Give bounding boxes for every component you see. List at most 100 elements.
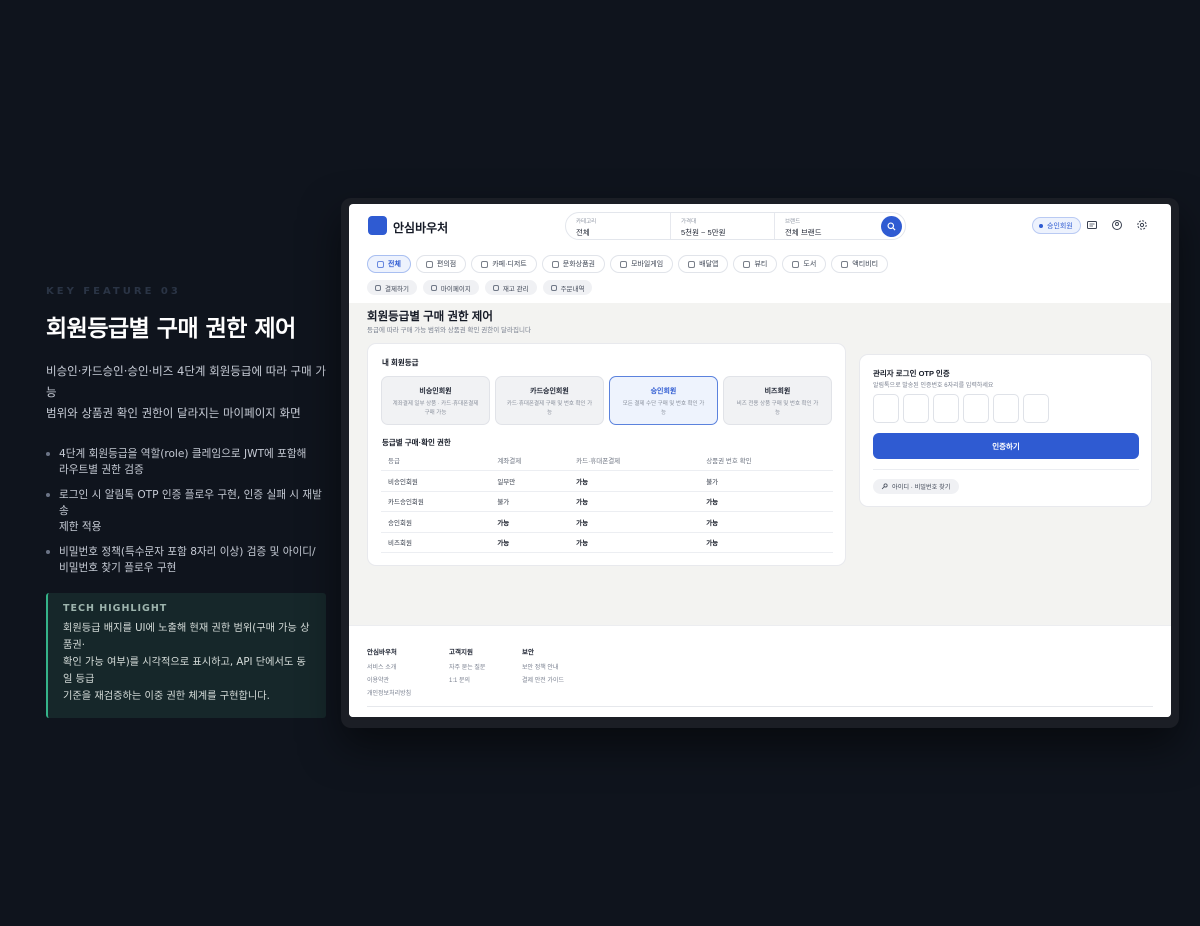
nav-orders[interactable]: 주문내역 [542, 280, 593, 295]
otp-subtitle: 알림톡으로 발송된 인증번호 6자리를 입력하세요 [873, 383, 994, 389]
user-circle-icon [430, 284, 437, 291]
category-chip[interactable]: 배달앱 [678, 255, 729, 273]
card-icon [375, 284, 381, 291]
status-dot-icon [1039, 223, 1043, 228]
lead-line: 범위와 상품권 확인 권한이 달라지는 마이페이지 화면 [46, 406, 301, 420]
otp-digit-input[interactable] [873, 394, 899, 423]
otp-digit-input[interactable] [993, 394, 1019, 423]
permissions-title: 등급별 구매·확인 권한 [382, 438, 451, 447]
category-chips: 전체 편의점 카페·디저트 문화상품권 모바일게임 배달앱 뷰티 도서 액티비티 [367, 255, 889, 273]
category-chip-all[interactable]: 전체 [367, 255, 411, 273]
grade-option[interactable]: 비승인회원 계좌결제 일부 상품 · 카드·휴대폰결제 구매 가능 [381, 376, 490, 425]
feature-headline: 회원등급별 구매 권한 제어 [46, 316, 296, 342]
search-brand-field[interactable]: 브랜드 전체 브랜드 [774, 213, 878, 239]
grade-options: 비승인회원 계좌결제 일부 상품 · 카드·휴대폰결제 구매 가능 카드승인회원 … [381, 376, 832, 425]
my-grade-title: 내 회원등급 [382, 358, 419, 367]
nav-mypage[interactable]: 마이페이지 [422, 280, 479, 295]
otp-digit-input[interactable] [1023, 394, 1049, 423]
feature-lead: 비승인·카드승인·승인·비즈 4단계 회원등급에 따라 구매 가능 범위와 상품… [46, 361, 326, 424]
feature-panel: KEY FEATURE 03 회원등급별 구매 권한 제어 비승인·카드승인·승… [46, 286, 326, 718]
find-account-button[interactable]: 아이디 · 비밀번호 찾기 [873, 479, 960, 494]
nav-checkout[interactable]: 결제하기 [367, 280, 417, 295]
table-row: 승인회원 가능 가능 가능 [381, 511, 833, 533]
category-chip[interactable]: 편의점 [415, 255, 467, 273]
footer-divider [367, 706, 1153, 707]
table-row: 비즈회원 가능 가능 가능 [381, 532, 833, 553]
cup-icon [481, 260, 489, 268]
feature-kicker: KEY FEATURE 03 [46, 286, 181, 297]
grade-option[interactable]: 비즈회원 비즈 전용 상품 구매 및 번호 확인 가능 [723, 376, 832, 425]
footer-column: 고객지원 자주 묻는 질문 1:1 문의 [449, 649, 486, 684]
category-chip[interactable]: 문화상품권 [541, 255, 605, 273]
grade-card: 내 회원등급 비승인회원 계좌결제 일부 상품 · 카드·휴대폰결제 구매 가능 … [367, 343, 846, 566]
user-icon[interactable] [1111, 219, 1123, 231]
grade-badge[interactable]: 승인회원 [1032, 217, 1081, 234]
device-frame: 안심바우처 카테고리 전체 가격대 5천원 ~ 5만원 브랜드 전체 브랜드 승… [341, 198, 1179, 728]
sub-navigation: 결제하기 마이페이지 재고 관리 주문내역 [367, 280, 593, 295]
otp-input-group [873, 394, 1049, 423]
otp-digit-input[interactable] [933, 394, 959, 423]
feature-bullets: 4단계 회원등급을 역할(role) 클레임으로 JWT에 포함해 라우트별 권한… [46, 446, 326, 576]
footer-column: 안심바우처 서비스 소개 이용약관 개인정보처리방침 [367, 649, 412, 697]
otp-card: 관리자 로그인 OTP 인증 알림톡으로 발송된 인증번호 6자리를 입력하세요… [859, 354, 1152, 507]
category-chip[interactable]: 뷰티 [733, 255, 778, 273]
search-category-field[interactable]: 카테고리 전체 [566, 213, 670, 239]
divider [873, 469, 1139, 470]
store-icon [425, 260, 433, 268]
settings-icon[interactable] [1136, 219, 1148, 231]
main-content: 회원등급별 구매 권한 제어 등급에 따라 구매 가능 범위와 상품권 확인 권… [349, 303, 1171, 625]
table-row: 비승인회원 일부만 가능 불가 [381, 470, 833, 492]
box-icon [492, 284, 499, 291]
message-icon[interactable] [1086, 219, 1098, 231]
lead-line: 비승인·카드승인·승인·비즈 4단계 회원등급에 따라 구매 가능 [46, 364, 326, 399]
footer-link[interactable]: 이용약관 [367, 675, 411, 684]
category-chip[interactable]: 모바일게임 [609, 255, 674, 273]
tech-highlight-text: 회원등급 배지를 UI에 노출해 현재 권한 범위(구매 가능 상품권· 확인 … [63, 623, 310, 702]
nav-inventory[interactable]: 재고 관리 [484, 280, 537, 295]
book-icon [792, 260, 800, 268]
receipt-icon [550, 284, 557, 291]
grid-icon [377, 260, 384, 268]
otp-digit-input[interactable] [903, 394, 929, 423]
page-title: 회원등급별 구매 권한 제어 [367, 311, 493, 323]
otp-digit-input[interactable] [963, 394, 989, 423]
category-chip[interactable]: 액티비티 [831, 255, 889, 273]
footer-link[interactable]: 개인정보처리방침 [367, 688, 411, 697]
ticket-icon [551, 260, 559, 268]
delivery-icon [688, 260, 696, 268]
footer-column: 보안 보안 정책 안내 결제 안전 가이드 [522, 649, 564, 684]
search-bar[interactable]: 카테고리 전체 가격대 5천원 ~ 5만원 브랜드 전체 브랜드 [565, 212, 906, 240]
table-header-row: 등급 계좌결제 카드·휴대폰결제 상품권 번호 확인 [381, 450, 833, 471]
grade-option[interactable]: 카드승인회원 카드·휴대폰결제 구매 및 번호 확인 가능 [495, 376, 604, 425]
permissions-table: 등급 계좌결제 카드·휴대폰결제 상품권 번호 확인 비승인회원 일부만 가능 불가 카드승… [381, 450, 833, 553]
brand-logo-icon[interactable] [368, 216, 387, 235]
bullet-item: 비밀번호 정책(특수문자 포함 8자리 이상) 검증 및 아이디/비밀번호 찾기… [46, 544, 326, 576]
verify-button[interactable]: 인증하기 [873, 433, 1139, 459]
page-subtitle: 등급에 따라 구매 가능 범위와 상품권 확인 권한이 달라집니다 [367, 327, 531, 334]
activity-icon [841, 260, 849, 268]
app-screen: 안심바우처 카테고리 전체 가격대 5천원 ~ 5만원 브랜드 전체 브랜드 승… [349, 204, 1171, 717]
bullet-item: 로그인 시 알림톡 OTP 인증 플로우 구현, 인증 실패 시 재발송 제한 적… [46, 487, 326, 535]
search-price-field[interactable]: 가격대 5천원 ~ 5만원 [670, 213, 774, 239]
app-footer: 안심바우처 서비스 소개 이용약관 개인정보처리방침 고객지원 자주 묻는 질문… [349, 625, 1171, 717]
key-icon [881, 483, 888, 490]
tech-highlight-box: TECH HIGHLIGHT 회원등급 배지를 UI에 노출해 현재 권한 범위… [46, 593, 326, 718]
app-header: 안심바우처 카테고리 전체 가격대 5천원 ~ 5만원 브랜드 전체 브랜드 승… [349, 204, 1171, 249]
category-chip[interactable]: 카페·디저트 [471, 255, 537, 273]
footer-link[interactable]: 서비스 소개 [367, 662, 411, 671]
footer-link[interactable]: 보안 정책 안내 [522, 662, 564, 671]
search-icon [887, 222, 896, 231]
footer-link[interactable]: 자주 묻는 질문 [449, 662, 485, 671]
footer-link[interactable]: 1:1 문의 [449, 675, 485, 684]
category-chip[interactable]: 도서 [782, 255, 827, 273]
bullet-item: 4단계 회원등급을 역할(role) 클레임으로 JWT에 포함해 라우트별 권한… [46, 446, 326, 478]
otp-title: 관리자 로그인 OTP 인증 [873, 369, 950, 378]
gamepad-icon [619, 260, 627, 268]
table-row: 카드승인회원 불가 가능 가능 [381, 491, 833, 512]
tech-highlight-title: TECH HIGHLIGHT [63, 603, 168, 614]
search-button[interactable] [881, 216, 902, 237]
beauty-icon [743, 260, 751, 268]
footer-link[interactable]: 결제 안전 가이드 [522, 675, 564, 684]
grade-option-selected[interactable]: 승인회원 모든 결제 수단 구매 및 번호 확인 가능 [609, 376, 718, 425]
brand-name[interactable]: 안심바우처 [393, 219, 448, 236]
